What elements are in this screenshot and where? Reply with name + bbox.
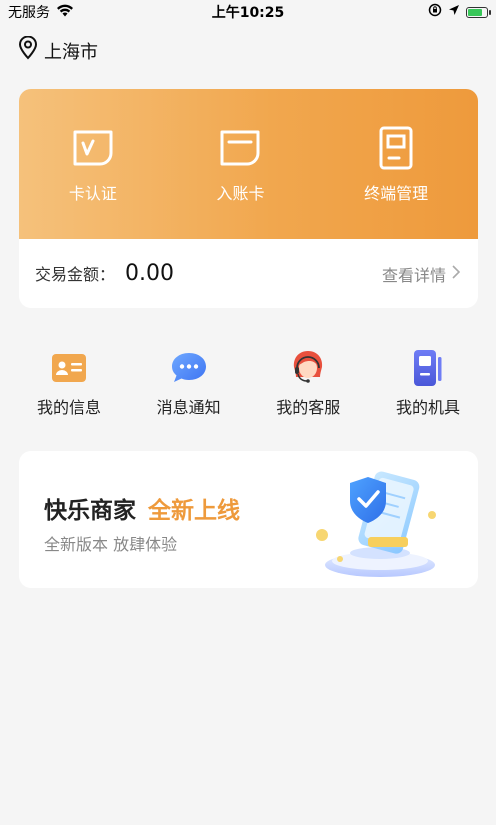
status-bar: 无服务 上午10:25 [0, 0, 496, 24]
promo-title: 快乐商家 全新上线 [44, 491, 240, 525]
phone-shield-illustration [280, 461, 460, 581]
terminal-management-label: 终端管理 [364, 184, 429, 203]
location-pin-icon [18, 35, 38, 65]
battery-icon [466, 6, 491, 18]
status-right [428, 3, 496, 21]
pos-device-icon [408, 350, 448, 386]
message-icon [169, 350, 209, 386]
amount-info: 交易金额： 0.00 [35, 261, 174, 286]
promo-title-main: 快乐商家 [44, 498, 136, 524]
card-verify-icon [69, 124, 117, 172]
bank-card-label: 入账卡 [216, 184, 265, 203]
amount-value: 0.00 [125, 261, 174, 286]
customer-service-button[interactable]: 我的客服 [258, 350, 358, 420]
promo-subtitle: 全新版本 放肆体验 [44, 535, 178, 554]
view-details-link[interactable]: 查看详情 [381, 262, 461, 286]
my-device-label: 我的机具 [395, 398, 460, 417]
location-arrow-icon [448, 4, 460, 20]
transaction-amount-row: 交易金额： 0.00 查看详情 [19, 239, 478, 308]
bank-card-icon [216, 124, 264, 172]
city-label: 上海市 [44, 41, 98, 63]
id-card-icon [49, 350, 89, 386]
quick-menu: 我的信息 消息通知 我的客服 我的机具 [19, 350, 478, 420]
wifi-icon [56, 4, 74, 21]
customer-service-label: 我的客服 [276, 398, 341, 417]
service-card: 卡认证 入账卡 终端管理 [19, 89, 478, 239]
my-device-button[interactable]: 我的机具 [378, 350, 478, 420]
terminal-management-button[interactable]: 终端管理 [364, 124, 428, 204]
my-info-label: 我的信息 [36, 398, 101, 417]
chevron-right-icon [452, 264, 461, 283]
location-selector[interactable]: 上海市 [18, 35, 98, 65]
orientation-lock-icon [428, 3, 442, 21]
message-notification-label: 消息通知 [156, 398, 221, 417]
card-verify-label: 卡认证 [68, 184, 117, 203]
my-info-button[interactable]: 我的信息 [19, 350, 119, 420]
status-time: 上午10:25 [211, 5, 285, 21]
promo-title-highlight: 全新上线 [148, 498, 240, 524]
amount-label: 交易金额： [35, 265, 116, 284]
carrier-text: 无服务 [8, 5, 50, 21]
message-notification-button[interactable]: 消息通知 [139, 350, 239, 420]
card-verify-button[interactable]: 卡认证 [69, 124, 117, 204]
view-details-label: 查看详情 [381, 265, 446, 285]
terminal-icon [372, 124, 420, 172]
promo-banner[interactable]: 快乐商家 全新上线 全新版本 放肆体验 [19, 451, 478, 588]
bank-card-button[interactable]: 入账卡 [216, 124, 264, 204]
customer-service-icon [288, 350, 328, 386]
status-left: 无服务 [0, 2, 74, 22]
